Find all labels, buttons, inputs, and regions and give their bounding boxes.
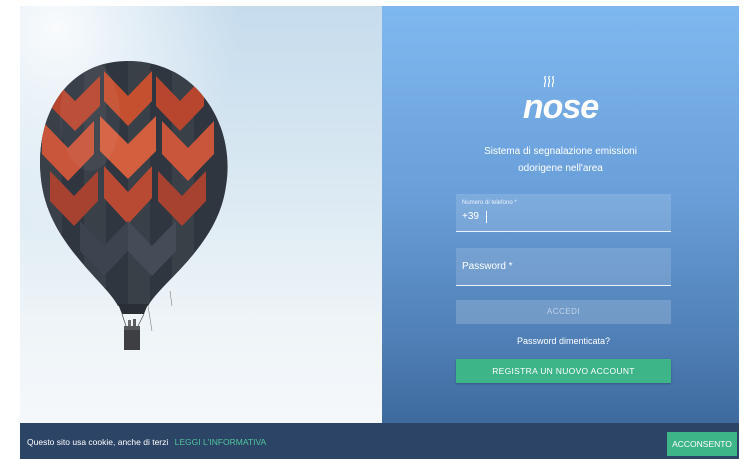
login-button[interactable]: ACCEDI (456, 300, 671, 324)
logo-text: nose (522, 88, 599, 126)
tagline-line-1: Sistema di segnalazione emissioni (484, 146, 637, 157)
login-panel: nose Sistema di segnalazione emissioni o… (382, 6, 739, 423)
cookie-message: Questo sito usa cookie, anche di terzi L… (27, 437, 266, 447)
password-input[interactable]: Password * (456, 248, 671, 286)
register-button[interactable]: REGISTRA UN NUOVO ACCOUNT (456, 359, 671, 383)
cookie-banner: Questo sito usa cookie, anche di terzi L… (20, 423, 739, 459)
logo: nose (382, 76, 739, 127)
logo-wordmark: nose (522, 76, 599, 127)
consent-button[interactable]: ACCONSENTO (667, 432, 737, 456)
odor-waves-icon (543, 76, 555, 88)
phone-prefix: +39 (462, 211, 479, 222)
text-cursor (486, 211, 487, 223)
tagline: Sistema di segnalazione emissioni odorig… (382, 143, 739, 177)
password-label: Password * (462, 261, 513, 272)
forgot-password-link[interactable]: Password dimenticata? (456, 336, 671, 346)
app-frame: nose Sistema di segnalazione emissioni o… (20, 6, 739, 423)
phone-input[interactable]: Numero di telefono * +39 (456, 194, 671, 232)
tagline-line-2: odorigene nell'area (518, 163, 603, 174)
cookie-policy-link[interactable]: LEGGI L'INFORMATIVA (175, 437, 267, 447)
cookie-text: Questo sito usa cookie, anche di terzi (27, 437, 169, 447)
hot-air-balloon-illustration (20, 6, 382, 423)
hero-image-panel (20, 6, 382, 423)
phone-label: Numero di telefono * (462, 200, 517, 206)
